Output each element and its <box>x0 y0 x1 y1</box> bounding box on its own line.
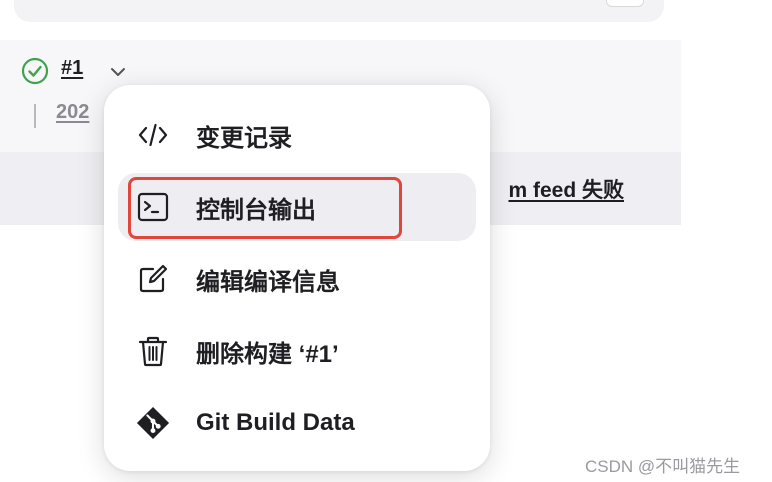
git-icon <box>136 406 170 440</box>
code-icon <box>136 118 170 152</box>
success-check-icon <box>21 57 49 85</box>
menu-item-label: 控制台输出 <box>196 196 316 224</box>
build-cause-link[interactable]: m feed 失败 <box>508 174 624 204</box>
menu-item-label: Git Build Data <box>196 409 355 436</box>
build-date-link[interactable]: 202 <box>56 101 89 124</box>
menu-item-delete-build[interactable]: 删除构建 ‘#1’ <box>118 317 476 385</box>
menu-item-edit-build-info[interactable]: 编辑编译信息 <box>118 245 476 313</box>
trash-icon <box>136 334 170 368</box>
menu-item-console-output[interactable]: 控制台输出 <box>118 173 476 241</box>
watermark: CSDN @不叫猫先生 <box>585 457 741 476</box>
menu-item-label: 变更记录 <box>196 124 292 152</box>
menu-item-git-build-data[interactable]: Git Build Data <box>118 389 476 457</box>
edit-icon <box>136 262 170 296</box>
build-context-menu: 变更记录 控制台输出 编辑编译信息 删除构建 ‘#1’ Git Build Da… <box>104 85 490 471</box>
menu-item-label: 删除构建 ‘#1’ <box>196 340 339 368</box>
timeline-bar <box>34 104 36 128</box>
previous-card <box>14 0 664 22</box>
chevron-down-icon[interactable] <box>108 62 128 82</box>
menu-item-label: 编辑编译信息 <box>196 268 340 296</box>
terminal-icon <box>136 190 170 224</box>
menu-item-changes[interactable]: 变更记录 <box>118 101 476 169</box>
card-button[interactable] <box>606 0 644 7</box>
build-number-link[interactable]: #1 <box>61 57 83 80</box>
